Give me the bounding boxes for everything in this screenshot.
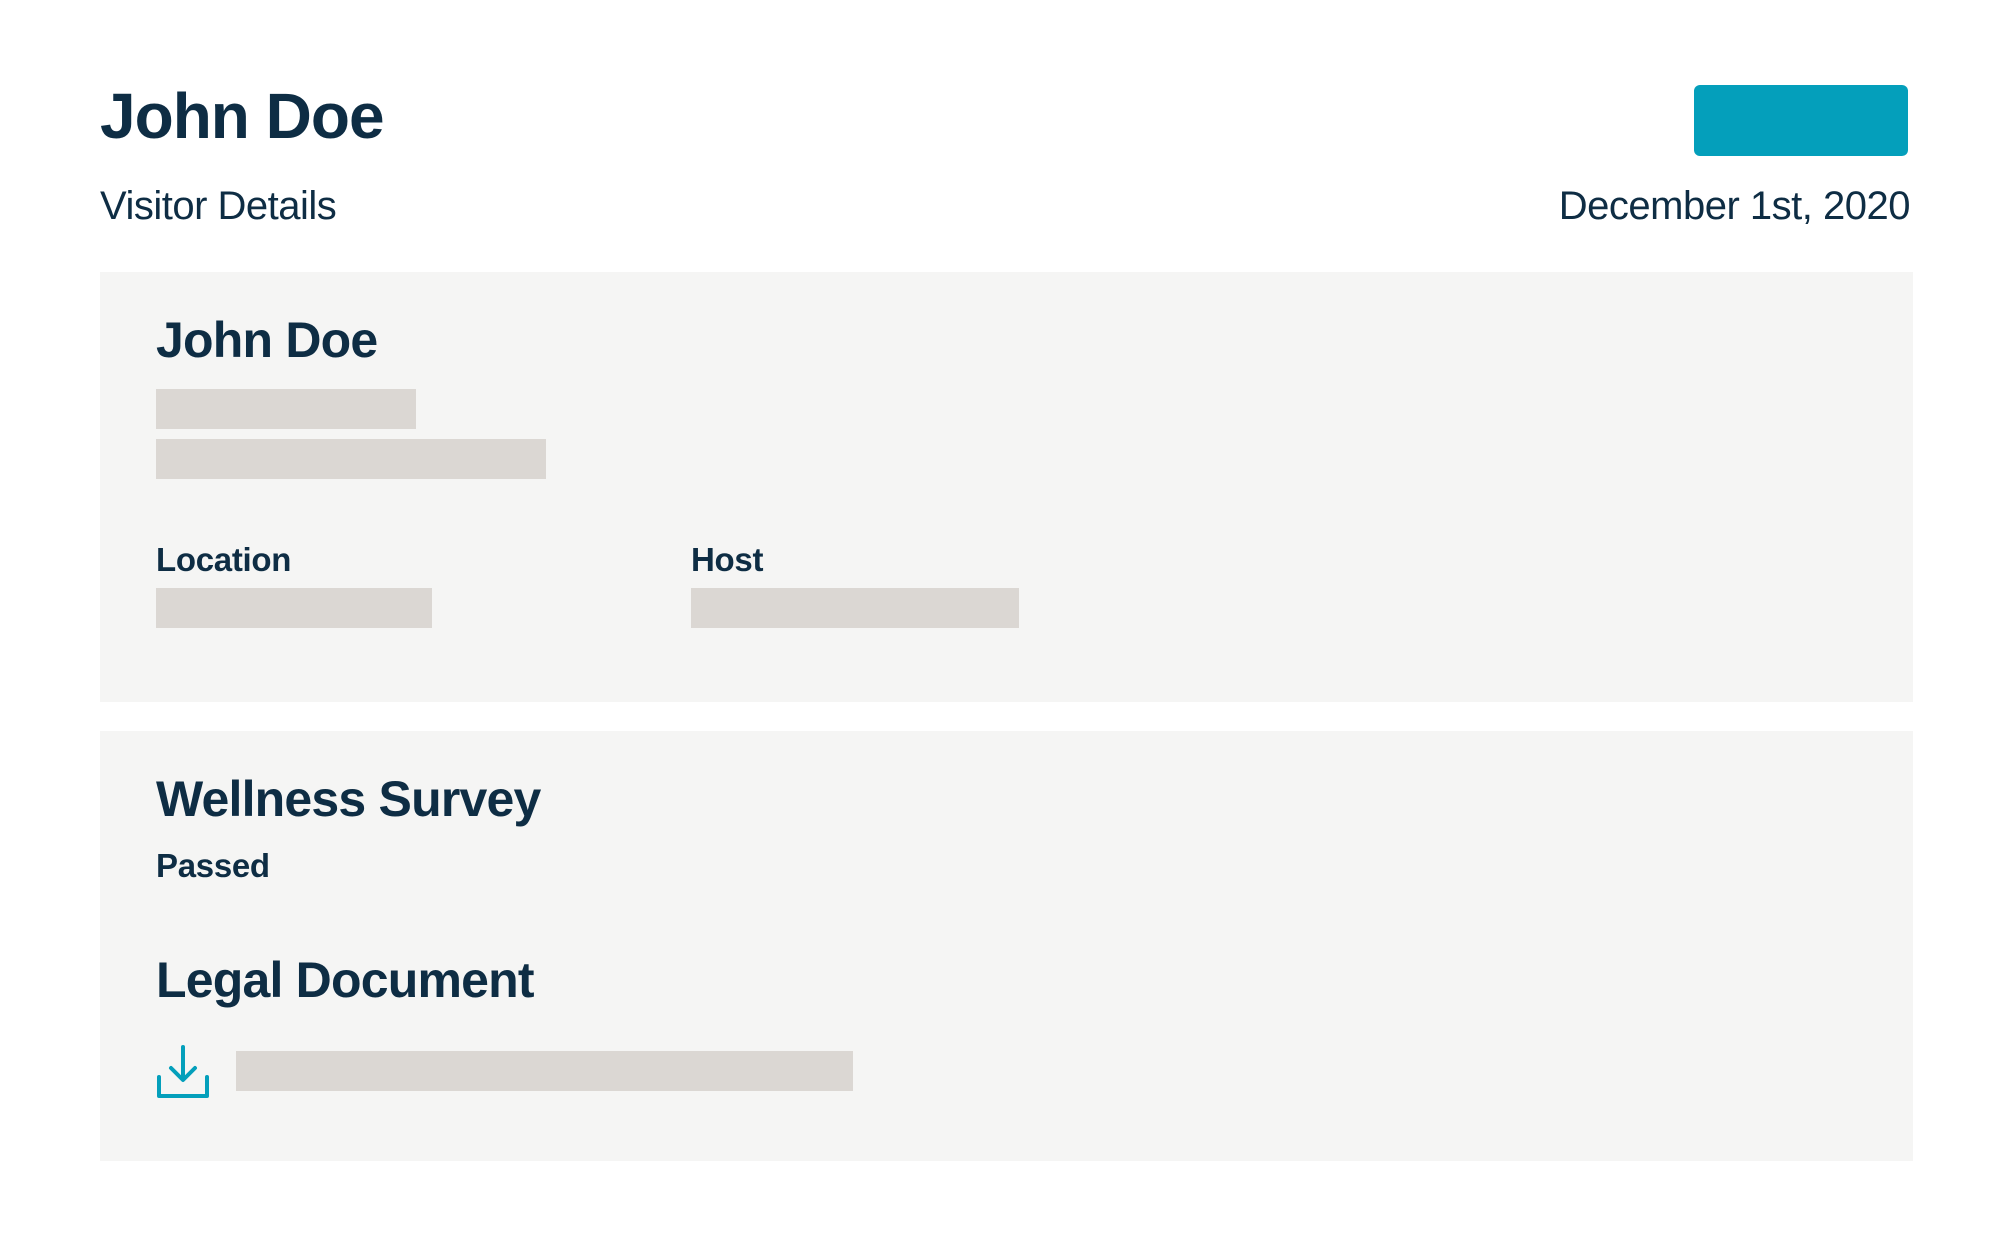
host-label: Host (691, 541, 764, 578)
visitor-detail-placeholder (156, 439, 546, 479)
visitor-name: John Doe (156, 312, 378, 368)
legal-document-heading: Legal Document (156, 952, 535, 1008)
wellness-survey-status: Passed (156, 847, 270, 884)
visit-date: December 1st, 2020 (1558, 184, 1911, 228)
page-subtitle: Visitor Details (100, 184, 337, 228)
page-title: John Doe (100, 80, 385, 152)
download-icon[interactable] (156, 1044, 210, 1100)
location-label: Location (156, 541, 292, 578)
visitor-info-card: John Doe Location Host (100, 272, 1913, 702)
legal-document-link-placeholder[interactable] (236, 1051, 853, 1091)
header-action-button[interactable] (1694, 85, 1908, 156)
survey-card: Wellness Survey Passed Legal Document (100, 731, 1913, 1161)
visitor-detail-placeholder (156, 389, 416, 429)
wellness-survey-heading: Wellness Survey (156, 771, 541, 827)
host-value-placeholder (691, 588, 1019, 628)
location-value-placeholder (156, 588, 432, 628)
